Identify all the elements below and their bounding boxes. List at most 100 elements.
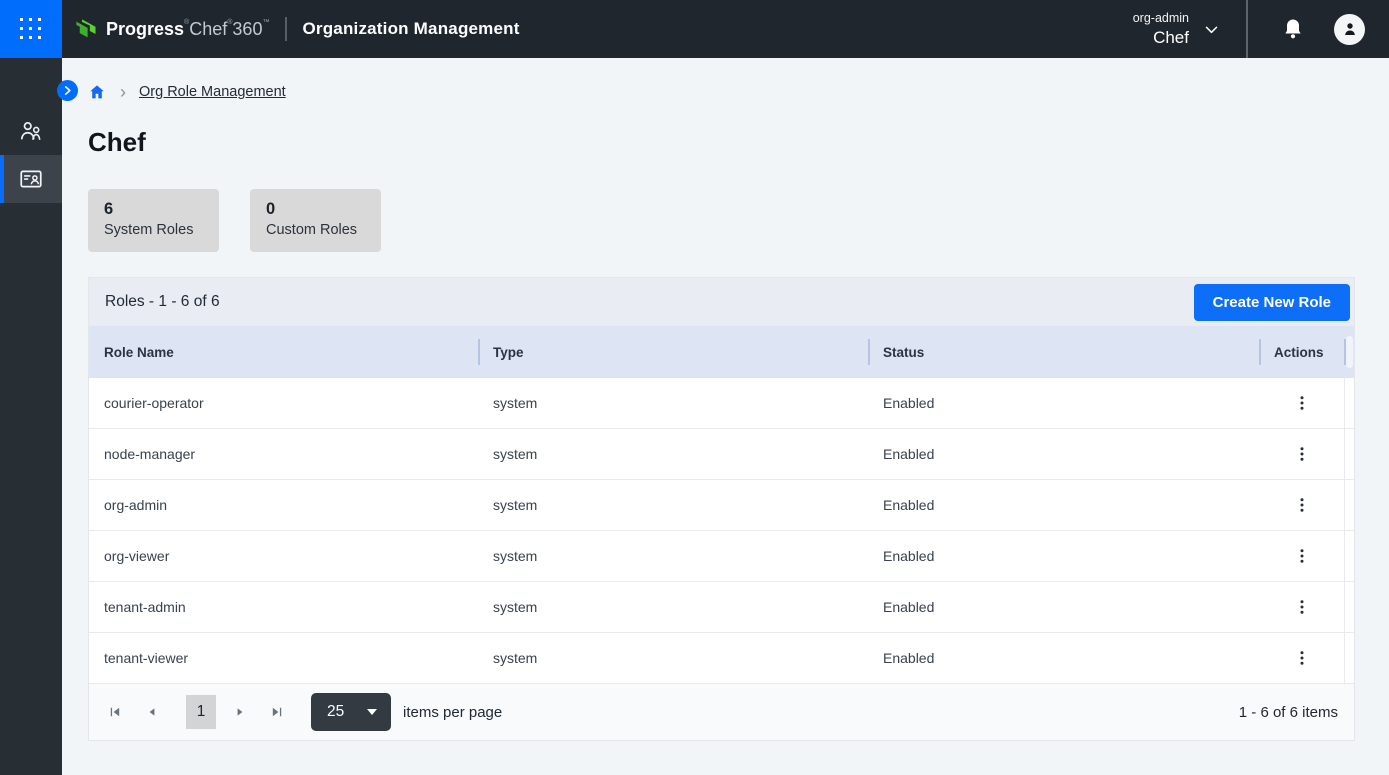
roles-grid: Roles - 1 - 6 of 6 Create New Role Role … [88,277,1355,741]
person-icon [1341,20,1359,38]
page-size-dropdown[interactable]: 25 [311,693,391,731]
org-switcher[interactable]: org-admin Chef [1133,10,1220,49]
first-page-icon [108,705,122,719]
table-header-row: Role Name Type Status Actions [89,326,1354,378]
sidebar-item-org-roles[interactable] [0,155,62,203]
table-row[interactable]: tenant-admin system Enabled [89,582,1354,633]
cell-status: Enabled [868,497,1259,513]
table-row[interactable]: tenant-viewer system Enabled [89,633,1354,684]
last-page-icon [270,705,284,719]
row-actions-menu-button[interactable] [1287,388,1317,418]
brand-text: Progress®Chef®360™ [106,19,269,40]
column-header-actions: Actions [1259,326,1344,378]
page-size-value: 25 [327,703,344,721]
create-new-role-button[interactable]: Create New Role [1194,284,1350,321]
top-bar: Progress®Chef®360™ Organization Manageme… [0,0,1389,58]
people-icon [18,118,44,144]
cell-type: system [478,497,868,513]
cell-status: Enabled [868,599,1259,615]
cell-role-name: courier-operator [89,395,478,411]
chevron-right-icon [62,85,73,96]
brand-logo: Progress®Chef®360™ [73,16,269,43]
custom-roles-label: Custom Roles [266,220,365,240]
scrollbar-gutter [1344,633,1354,683]
pagination-range-label: 1 - 6 of 6 items [1239,704,1338,721]
notifications-button[interactable] [1270,6,1316,52]
breadcrumb-separator: › [120,84,126,100]
cell-status: Enabled [868,395,1259,411]
row-actions-menu-button[interactable] [1287,592,1317,622]
table-row[interactable]: org-viewer system Enabled [89,531,1354,582]
kebab-menu-icon [1293,496,1311,514]
previous-page-button[interactable] [139,699,165,725]
kebab-menu-icon [1293,547,1311,565]
scrollbar-gutter [1344,531,1354,581]
sidebar-expand-button[interactable] [57,80,78,101]
caret-down-icon [367,709,377,715]
home-icon[interactable] [88,83,106,101]
scrollbar-gutter [1344,480,1354,530]
scrollbar-gutter [1344,429,1354,479]
items-per-page-label: items per page [403,704,502,721]
cell-role-name: org-admin [89,497,478,513]
column-header-role-name[interactable]: Role Name [89,326,478,378]
cell-status: Enabled [868,548,1259,564]
kebab-menu-icon [1293,445,1311,463]
kebab-menu-icon [1293,598,1311,616]
kebab-menu-icon [1293,649,1311,667]
grid-toolbar: Roles - 1 - 6 of 6 Create New Role [89,278,1354,326]
system-roles-count: 6 [104,198,203,220]
main-content: › Org Role Management Chef 6 System Role… [62,58,1389,775]
sidebar [0,58,62,775]
table-row[interactable]: courier-operator system Enabled [89,378,1354,429]
cell-status: Enabled [868,446,1259,462]
cell-type: system [478,650,868,666]
topbar-right-divider [1246,0,1248,58]
cell-type: system [478,395,868,411]
chevron-down-icon [1203,21,1220,38]
column-header-type[interactable]: Type [478,326,868,378]
cell-role-name: tenant-admin [89,599,478,615]
next-page-button[interactable] [227,699,253,725]
custom-roles-card: 0 Custom Roles [250,189,381,252]
cell-status: Enabled [868,650,1259,666]
cell-type: system [478,548,868,564]
row-actions-menu-button[interactable] [1287,439,1317,469]
table-row[interactable]: node-manager system Enabled [89,429,1354,480]
breadcrumb: › Org Role Management [62,58,1389,100]
next-page-icon [234,706,246,718]
stat-cards: 6 System Roles 0 Custom Roles [88,189,1389,252]
pagination-bar: 1 25 items per page 1 - 6 of 6 items [89,684,1354,740]
row-actions-menu-button[interactable] [1287,643,1317,673]
table-row[interactable]: org-admin system Enabled [89,480,1354,531]
first-page-button[interactable] [102,699,128,725]
scrollbar-gutter [1344,378,1354,428]
custom-roles-count: 0 [266,198,365,220]
app-grid-icon [20,18,42,40]
user-avatar-button[interactable] [1334,14,1365,45]
current-page-button[interactable]: 1 [186,695,216,729]
sidebar-item-users[interactable] [0,107,62,155]
last-page-button[interactable] [264,699,290,725]
system-roles-label: System Roles [104,220,203,240]
column-header-status[interactable]: Status [868,326,1259,378]
org-name-label: Chef [1153,27,1189,49]
scrollbar-gutter [1344,326,1354,378]
breadcrumb-link-org-role-management[interactable]: Org Role Management [139,84,286,100]
app-launcher-button[interactable] [0,0,62,58]
cell-role-name: node-manager [89,446,478,462]
id-card-icon [18,166,44,192]
org-role-label: org-admin [1133,10,1189,27]
topbar-divider [285,17,287,41]
row-actions-menu-button[interactable] [1287,541,1317,571]
cell-type: system [478,599,868,615]
row-actions-menu-button[interactable] [1287,490,1317,520]
system-roles-card: 6 System Roles [88,189,219,252]
cell-type: system [478,446,868,462]
cell-role-name: org-viewer [89,548,478,564]
cell-role-name: tenant-viewer [89,650,478,666]
previous-page-icon [146,706,158,718]
app-title: Organization Management [302,19,519,39]
scrollbar-gutter [1344,582,1354,632]
scrollbar-thumb[interactable] [1346,336,1353,368]
